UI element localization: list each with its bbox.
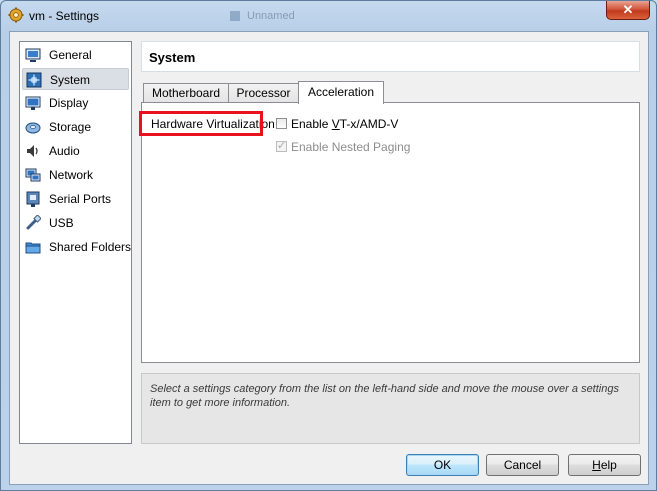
- vtx-label-mnemonic: V: [331, 117, 340, 131]
- vtx-label-prefix: Enable: [291, 117, 332, 131]
- sidebar-item-label: Network: [49, 168, 94, 182]
- ok-button[interactable]: OK: [406, 454, 479, 476]
- network-icon: [25, 168, 41, 182]
- tab-acceleration[interactable]: Acceleration: [298, 81, 384, 104]
- audio-icon: [27, 145, 38, 157]
- gear-icon: [8, 7, 24, 23]
- acceleration-panel: Hardware Virtualization: Enable VT-x/AMD…: [141, 102, 640, 363]
- dialog-client-area: General System Display Storage Audio Net…: [9, 31, 649, 485]
- sidebar-item-label: System: [50, 73, 91, 87]
- enable-vtx-checkbox[interactable]: [276, 118, 287, 129]
- enable-nested-paging-checkbox[interactable]: ✓: [276, 140, 287, 152]
- sidebar-item-system[interactable]: System: [22, 68, 129, 90]
- tab-label: Acceleration: [307, 85, 375, 99]
- sidebar-item-label: Audio: [49, 144, 80, 158]
- info-text: Select a settings category from the list…: [150, 383, 619, 409]
- sidebar-item-storage[interactable]: Storage: [22, 116, 129, 138]
- window-title: vm - Settings: [29, 9, 100, 23]
- system-icon: [26, 72, 42, 88]
- display-icon: [25, 96, 41, 110]
- annotation-highlight-box: [139, 111, 263, 136]
- shared-folders-icon: [25, 242, 41, 254]
- help-button[interactable]: Help: [568, 454, 641, 476]
- sidebar-item-label: USB: [49, 216, 74, 230]
- help-mnemonic: H: [592, 458, 601, 472]
- sidebar-item-display[interactable]: Display: [22, 92, 129, 114]
- checkmark-icon: ✓: [277, 140, 287, 152]
- cancel-button[interactable]: Cancel: [486, 454, 559, 476]
- sidebar-item-serial-ports[interactable]: Serial Ports: [22, 188, 129, 210]
- enable-nested-paging-label: Enable Nested Paging: [291, 140, 411, 154]
- sidebar-item-audio[interactable]: Audio: [22, 140, 129, 162]
- sidebar-item-usb[interactable]: USB: [22, 212, 129, 234]
- enable-vtx-label[interactable]: Enable VT-x/AMD-V: [291, 117, 398, 131]
- category-list[interactable]: General System Display Storage Audio Net…: [19, 41, 132, 444]
- general-icon: [25, 48, 41, 62]
- help-label-rest: elp: [600, 458, 617, 472]
- sidebar-item-label: Display: [49, 96, 89, 110]
- tab-label: Processor: [236, 86, 291, 100]
- tab-label: Motherboard: [151, 86, 221, 100]
- background-window-hint: Unnamed: [221, 6, 341, 26]
- background-window-title: Unnamed: [247, 10, 295, 22]
- page-header: System: [141, 41, 640, 72]
- sidebar-item-network[interactable]: Network: [22, 164, 129, 186]
- title-bar[interactable]: vm - Settings Unnamed ✕: [1, 1, 656, 31]
- sidebar-item-general[interactable]: General: [22, 44, 129, 66]
- sidebar-item-label: General: [49, 48, 92, 62]
- tab-processor[interactable]: Processor: [228, 83, 299, 103]
- sidebar-item-label: Storage: [49, 120, 92, 134]
- tab-motherboard[interactable]: Motherboard: [143, 83, 229, 103]
- info-panel: Select a settings category from the list…: [141, 373, 640, 444]
- usb-icon: [26, 215, 41, 230]
- storage-icon: [25, 122, 41, 134]
- page-title: System: [149, 50, 196, 65]
- sidebar-item-label: Serial Ports: [49, 192, 112, 206]
- sidebar-item-label: Shared Folders: [49, 240, 132, 254]
- app-icon: [230, 11, 240, 21]
- vtx-label-suffix: T-x/AMD-V: [339, 117, 399, 131]
- serial-ports-icon: [26, 191, 40, 207]
- close-button[interactable]: ✕: [606, 1, 650, 20]
- sidebar-item-shared-folders[interactable]: Shared Folders: [22, 236, 132, 258]
- settings-window: vm - Settings Unnamed ✕ General System D…: [0, 0, 657, 491]
